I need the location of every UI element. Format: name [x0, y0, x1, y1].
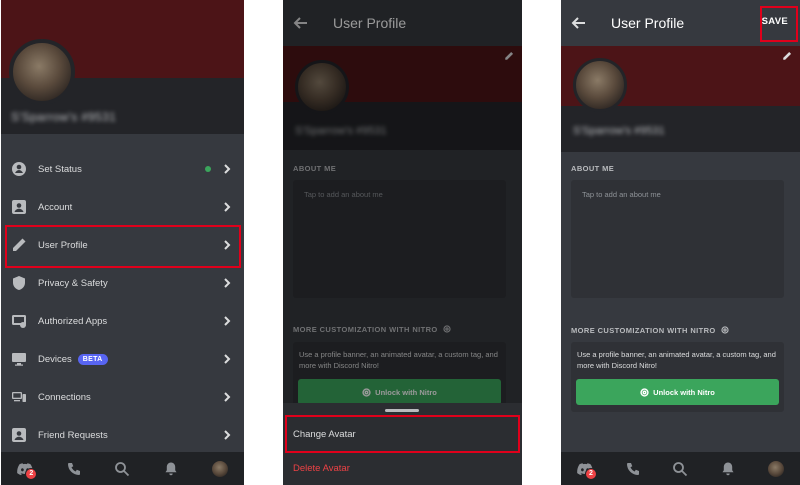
unlock-nitro-label: Unlock with Nitro	[653, 387, 715, 397]
bell-icon	[165, 462, 177, 475]
nav-friends-button[interactable]	[623, 459, 643, 479]
nitro-icon	[721, 326, 729, 334]
pencil-icon	[11, 237, 27, 253]
page-title: User Profile	[611, 15, 685, 31]
monitor-icon	[11, 351, 27, 367]
menu-item-label: Set Status	[38, 163, 82, 175]
nitro-section-label-text: MORE CUSTOMIZATION WITH NITRO	[571, 326, 716, 335]
menu-item-label: Account	[38, 201, 73, 213]
menu-item-privacy-safety[interactable]: Privacy & Safety	[1, 264, 244, 302]
nav-home-button[interactable]: 2	[15, 459, 38, 480]
nav-notifications-button[interactable]	[718, 459, 738, 479]
nitro-promo-text: Use a profile banner, an animated avatar…	[577, 350, 776, 370]
menu-item-label: Devices	[38, 353, 72, 365]
bottom-nav: 2	[1, 452, 244, 485]
avatar	[768, 460, 785, 477]
user-profile-screen-save: User Profile SAVE S'Sparrow's #9531 ABOU…	[561, 0, 800, 485]
bottom-nav: 2	[561, 452, 800, 485]
chevron-right-icon	[220, 276, 234, 290]
avatar	[211, 460, 228, 477]
about-me-placeholder: Tap to add an about me	[582, 190, 661, 199]
back-arrow-icon[interactable]	[571, 15, 587, 31]
nav-home-button[interactable]: 2	[575, 459, 597, 480]
unlock-nitro-button[interactable]: Unlock with Nitro	[576, 379, 779, 405]
shield-icon	[11, 275, 27, 291]
call-icon	[67, 462, 80, 475]
apps-icon	[11, 313, 27, 329]
friend-request-icon	[11, 427, 27, 443]
menu-item-label: Friend Requests	[38, 429, 108, 441]
call-icon	[626, 462, 639, 475]
chevron-right-icon	[220, 352, 234, 366]
screenshot-composite: S'Sparrow's #9531 Set Status Account Use…	[0, 0, 800, 485]
profile-header: S'Sparrow's #9531	[1, 0, 244, 134]
menu-item-devices[interactable]: Devices BETA	[1, 340, 244, 378]
chevron-right-icon	[220, 238, 234, 252]
connections-icon	[11, 389, 27, 405]
search-icon	[673, 461, 688, 476]
menu-item-user-profile[interactable]: User Profile	[1, 226, 244, 264]
nav-friends-button[interactable]	[64, 459, 84, 479]
nitro-promo-card: Use a profile banner, an animated avatar…	[571, 342, 784, 412]
username: S'Sparrow's #9531	[573, 125, 665, 137]
about-me-input[interactable]: Tap to add an about me	[571, 180, 784, 298]
status-icon	[11, 161, 27, 177]
nav-notifications-button[interactable]	[161, 459, 181, 479]
beta-badge: BETA	[77, 353, 108, 365]
menu-item-set-status[interactable]: Set Status	[1, 150, 244, 188]
nav-profile-button[interactable]	[766, 459, 786, 479]
account-icon	[11, 199, 27, 215]
chevron-right-icon	[220, 314, 234, 328]
notification-badge: 2	[25, 467, 38, 480]
about-me-label: ABOUT ME	[571, 164, 615, 173]
nitro-section-label: MORE CUSTOMIZATION WITH NITRO	[571, 326, 729, 335]
edit-banner-icon[interactable]	[782, 48, 794, 60]
menu-item-account[interactable]: Account	[1, 188, 244, 226]
avatar[interactable]	[573, 58, 627, 112]
avatar-action-sheet: Change Avatar Delete Avatar	[283, 403, 522, 485]
user-profile-screen-with-sheet: User Profile S'Sparrow's #9531 ABOUT ME …	[283, 0, 522, 485]
menu-item-label: Privacy & Safety	[38, 277, 108, 289]
username: S'Sparrow's #9531	[11, 110, 117, 124]
sheet-drag-handle[interactable]	[385, 409, 419, 412]
chevron-right-icon	[220, 390, 234, 404]
change-avatar-option[interactable]: Change Avatar	[283, 417, 522, 451]
top-bar: User Profile SAVE	[561, 0, 800, 46]
chevron-right-icon	[220, 428, 234, 442]
nav-profile-button[interactable]	[210, 459, 230, 479]
chevron-right-icon	[220, 200, 234, 214]
notification-badge: 2	[584, 467, 597, 480]
delete-avatar-option[interactable]: Delete Avatar	[283, 451, 522, 485]
nav-search-button[interactable]	[670, 459, 690, 479]
online-status-dot	[205, 166, 211, 172]
nitro-icon	[640, 387, 649, 397]
bell-icon	[722, 462, 734, 475]
search-icon	[115, 461, 130, 476]
save-button[interactable]: SAVE	[762, 16, 788, 27]
nav-search-button[interactable]	[112, 459, 132, 479]
menu-item-label: User Profile	[38, 239, 88, 251]
menu-item-authorized-apps[interactable]: Authorized Apps	[1, 302, 244, 340]
menu-item-friend-requests[interactable]: Friend Requests	[1, 416, 244, 454]
menu-item-label: Connections	[38, 391, 91, 403]
settings-menu: Set Status Account User Profile Privacy …	[1, 150, 244, 454]
chevron-right-icon	[220, 162, 234, 176]
menu-item-label: Authorized Apps	[38, 315, 108, 327]
settings-screen: S'Sparrow's #9531 Set Status Account Use…	[1, 0, 244, 485]
menu-item-connections[interactable]: Connections	[1, 378, 244, 416]
avatar[interactable]	[9, 39, 75, 105]
